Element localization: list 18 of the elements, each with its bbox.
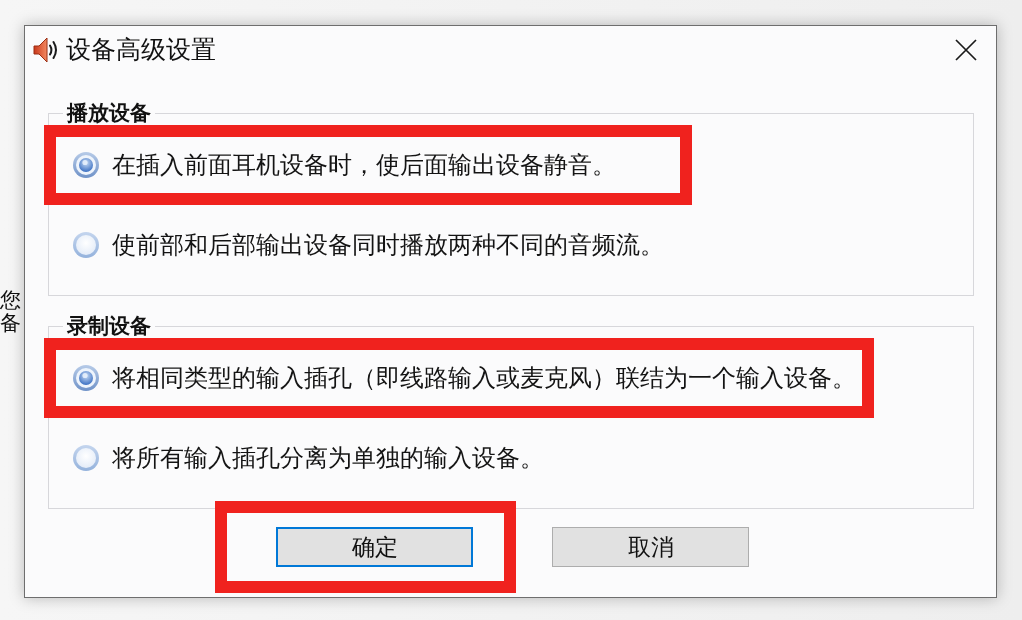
- option-label: 将相同类型的输入插孔（即线路输入或麦克风）联结为一个输入设备。: [112, 364, 856, 392]
- radio-button[interactable]: [73, 365, 99, 391]
- radio-button[interactable]: [73, 445, 99, 471]
- dialog-button[interactable]: 取消: [552, 527, 749, 567]
- dialog-button[interactable]: 确定: [276, 527, 473, 567]
- radio-button[interactable]: [73, 232, 99, 258]
- background-text: 备: [0, 312, 22, 335]
- speaker-icon: [33, 35, 59, 65]
- group-title: 录制设备: [66, 314, 152, 338]
- background-text: 您: [0, 289, 22, 312]
- close-button[interactable]: [955, 39, 977, 61]
- option-label: 将所有输入插孔分离为单独的输入设备。: [112, 444, 544, 472]
- group-title: 播放设备: [65, 101, 152, 125]
- option-label: 使前部和后部输出设备同时播放两种不同的音频流。: [112, 231, 664, 259]
- close-icon: [955, 39, 977, 61]
- window-title: 设备高级设置: [66, 35, 217, 65]
- radio-button[interactable]: [73, 152, 99, 178]
- option-label: 在插入前面耳机设备时，使后面输出设备静音。: [112, 151, 616, 179]
